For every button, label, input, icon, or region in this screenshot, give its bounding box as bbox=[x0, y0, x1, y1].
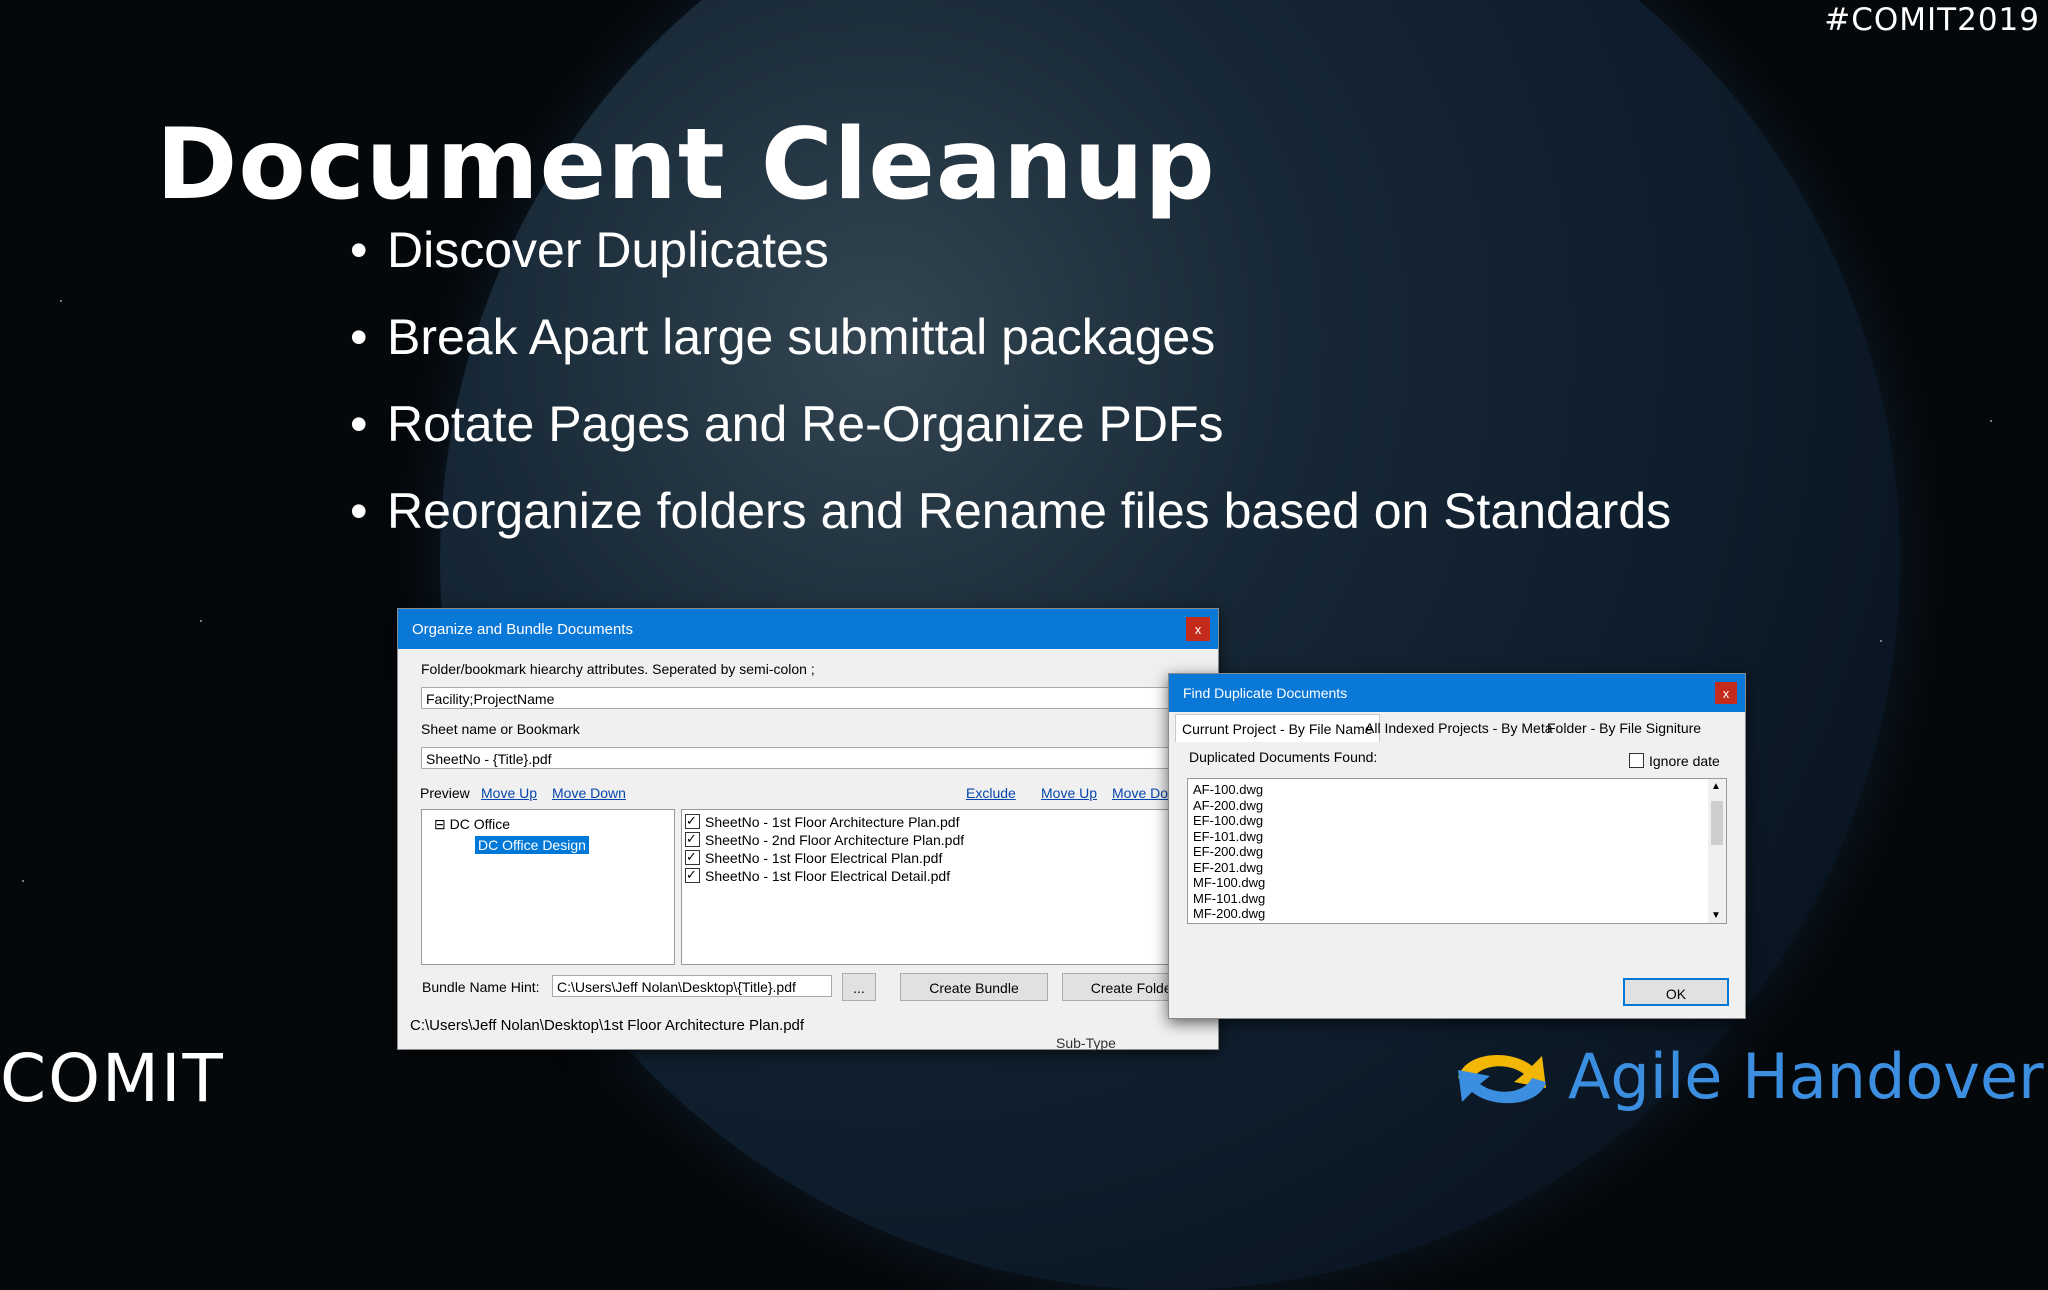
list-item[interactable]: MF-101.dwg bbox=[1193, 891, 1265, 907]
close-button[interactable]: x bbox=[1715, 682, 1737, 704]
bullet-list: • Discover Duplicates • Break Apart large … bbox=[350, 220, 1671, 568]
list-item[interactable]: MF-200.dwg bbox=[1193, 906, 1265, 922]
list-item[interactable]: AF-200.dwg bbox=[1193, 798, 1265, 814]
status-path: C:\Users\Jeff Nolan\Desktop\1st Floor Ar… bbox=[410, 1017, 805, 1034]
folder-tree[interactable]: ⊟ DC Office DC Office Design bbox=[421, 809, 675, 965]
checkbox-icon[interactable] bbox=[685, 812, 700, 830]
find-duplicates-dialog: Find Duplicate Documents x Currunt Proje… bbox=[1168, 673, 1746, 1019]
list-item[interactable]: EF-100.dwg bbox=[1193, 813, 1265, 829]
star bbox=[1990, 420, 1992, 422]
close-button[interactable]: x bbox=[1186, 617, 1210, 641]
bullet-item: • Reorganize folders and Rename files bas… bbox=[350, 483, 1672, 539]
bullet-item: • Break Apart large submittal packages bbox=[350, 309, 1216, 365]
list-item[interactable]: EF-101.dwg bbox=[1193, 829, 1265, 845]
bundle-name-input[interactable]: C:\Users\Jeff Nolan\Desktop\{Title}.pdf bbox=[552, 975, 832, 997]
list-item[interactable]: AF-100.dwg bbox=[1193, 782, 1265, 798]
bundle-name-label: Bundle Name Hint: bbox=[422, 979, 540, 995]
tab-current-project[interactable]: Currunt Project - By File Name bbox=[1175, 714, 1380, 742]
file-row[interactable]: SheetNo - 1st Floor Electrical Plan.pdf bbox=[685, 848, 964, 867]
bullet-item: • Discover Duplicates bbox=[350, 222, 829, 278]
checkbox-icon[interactable] bbox=[685, 830, 700, 848]
vertical-scrollbar[interactable]: ▲ ▼ bbox=[1708, 779, 1726, 923]
tab-indexed-projects[interactable]: All Indexed Projects - By Meta bbox=[1359, 714, 1559, 742]
duplicates-list[interactable]: AF-100.dwg AF-200.dwg EF-100.dwg EF-101.… bbox=[1187, 778, 1727, 924]
list-move-down-link[interactable]: Move Do bbox=[1112, 785, 1168, 801]
create-bundle-button[interactable]: Create Bundle bbox=[900, 973, 1048, 1001]
agile-handover-arrows-icon bbox=[1458, 1054, 1546, 1104]
slide-title: Document Cleanup bbox=[156, 108, 1216, 222]
star bbox=[1880, 640, 1882, 642]
dialog-titlebar[interactable]: Find Duplicate Documents x bbox=[1169, 674, 1745, 712]
list-item[interactable]: EF-200.dwg bbox=[1193, 844, 1265, 860]
sheet-name-label: Sheet name or Bookmark bbox=[421, 721, 580, 737]
tree-move-down-link[interactable]: Move Down bbox=[552, 785, 626, 801]
checkbox-icon[interactable] bbox=[685, 866, 700, 884]
tab-file-signature[interactable]: Folder - By File Signiture bbox=[1541, 714, 1707, 742]
preview-label: Preview bbox=[420, 785, 470, 801]
file-row[interactable]: SheetNo - 1st Floor Electrical Detail.pd… bbox=[685, 866, 964, 885]
tree-node-root[interactable]: ⊟ DC Office bbox=[434, 815, 510, 833]
ok-button[interactable]: OK bbox=[1623, 978, 1729, 1006]
agile-handover-logo: Agile Handover bbox=[1568, 1040, 2044, 1113]
list-move-up-link[interactable]: Move Up bbox=[1041, 785, 1097, 801]
duplicates-found-label: Duplicated Documents Found: bbox=[1189, 749, 1378, 765]
comit-logo: COMIT bbox=[0, 1040, 225, 1117]
exclude-link[interactable]: Exclude bbox=[966, 785, 1016, 801]
list-item[interactable]: EF-201.dwg bbox=[1193, 860, 1265, 876]
checkbox-icon[interactable] bbox=[685, 848, 700, 866]
browse-button[interactable]: ... bbox=[842, 973, 876, 1001]
sheet-name-input[interactable]: SheetNo - {Title}.pdf bbox=[421, 747, 1201, 769]
list-item[interactable]: MF-100.dwg bbox=[1193, 875, 1265, 891]
collapse-icon[interactable]: ⊟ bbox=[434, 816, 446, 832]
event-hashtag: #COMIT2019 bbox=[1824, 2, 2040, 38]
file-row[interactable]: SheetNo - 1st Floor Architecture Plan.pd… bbox=[685, 812, 964, 831]
tree-move-up-link[interactable]: Move Up bbox=[481, 785, 537, 801]
hierarchy-label: Folder/bookmark hiearchy attributes. Sep… bbox=[421, 661, 815, 677]
file-row[interactable]: SheetNo - 2nd Floor Architecture Plan.pd… bbox=[685, 830, 964, 849]
bullet-item: • Rotate Pages and Re-Organize PDFs bbox=[350, 396, 1224, 452]
background-column-header: Sub-Type bbox=[1056, 1035, 1116, 1051]
star bbox=[22, 880, 24, 882]
star bbox=[60, 300, 62, 302]
dialog-titlebar[interactable]: Organize and Bundle Documents x bbox=[398, 609, 1218, 649]
tree-node-selected[interactable]: DC Office Design bbox=[475, 836, 589, 854]
scroll-down-icon[interactable]: ▼ bbox=[1711, 910, 1721, 921]
star bbox=[200, 620, 202, 622]
ignore-date-option[interactable]: Ignore date bbox=[1629, 753, 1720, 769]
hierarchy-input[interactable]: Facility;ProjectName bbox=[421, 687, 1201, 709]
checkbox-icon[interactable] bbox=[1629, 753, 1644, 768]
scrollbar-thumb[interactable] bbox=[1711, 801, 1723, 845]
organize-bundle-dialog: Organize and Bundle Documents x Folder/b… bbox=[397, 608, 1219, 1051]
scroll-up-icon[interactable]: ▲ bbox=[1711, 781, 1721, 792]
file-list[interactable]: SheetNo - 1st Floor Architecture Plan.pd… bbox=[681, 809, 1211, 965]
